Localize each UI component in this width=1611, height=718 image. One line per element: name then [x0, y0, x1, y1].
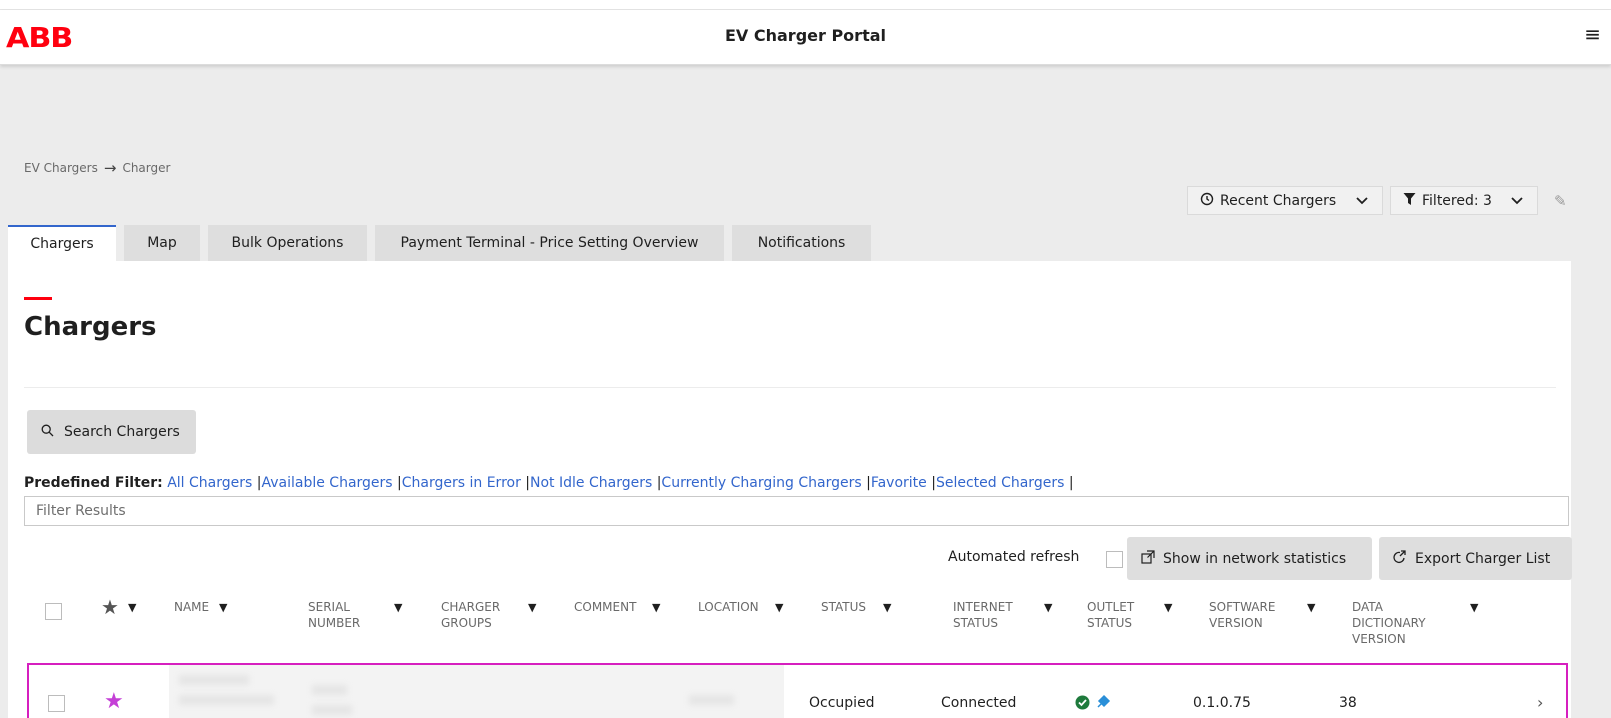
row-checkbox[interactable]	[48, 695, 65, 712]
sort-dictionary-icon[interactable]: ▼	[1470, 601, 1478, 614]
col-name[interactable]: NAME	[174, 599, 209, 615]
network-statistics-label: Show in network statistics	[1163, 550, 1347, 567]
sort-status-icon[interactable]: ▼	[883, 601, 891, 614]
automated-refresh-checkbox[interactable]	[1106, 551, 1123, 568]
redacted-location	[689, 695, 734, 705]
redacted-serial	[312, 705, 352, 715]
arrow-right-icon: →	[103, 159, 117, 177]
breadcrumb-charger: Charger	[122, 161, 171, 175]
separator: |	[861, 475, 871, 491]
sort-comment-icon[interactable]: ▼	[652, 601, 660, 614]
row-software-version: 0.1.0.75	[1193, 695, 1251, 711]
separator: |	[1064, 475, 1074, 491]
export-charger-list-label: Export Charger List	[1415, 550, 1551, 567]
filter-funnel-icon	[1403, 192, 1416, 210]
automated-refresh-label: Automated refresh	[948, 549, 1080, 565]
chevron-down-icon	[1511, 194, 1523, 208]
search-chargers-label: Search Chargers	[64, 424, 180, 440]
separator: |	[520, 475, 531, 491]
chevron-right-icon[interactable]: ›	[1537, 693, 1543, 712]
redacted-area	[169, 665, 784, 718]
separator: |	[392, 475, 402, 491]
col-location[interactable]: LOCATION	[698, 599, 759, 615]
row-data-dictionary-version: 38	[1339, 695, 1357, 711]
export-charger-list-button[interactable]: Export Charger List	[1379, 537, 1572, 580]
predefined-filters: Predefined Filter: All Chargers |Availab…	[24, 475, 1074, 491]
tab-bulk-operations[interactable]: Bulk Operations	[208, 225, 367, 261]
top-strip	[0, 0, 1611, 10]
predefined-filter-label: Predefined Filter:	[24, 475, 163, 491]
sort-software-icon[interactable]: ▼	[1307, 601, 1315, 614]
filtered-label: Filtered: 3	[1422, 192, 1492, 209]
col-status[interactable]: STATUS	[821, 599, 866, 615]
tab-notifications[interactable]: Notifications	[732, 225, 871, 261]
check-circle-icon	[1075, 695, 1090, 714]
redacted-name	[179, 695, 274, 705]
filter-chargers-in-error[interactable]: Chargers in Error	[402, 475, 521, 491]
app-header: ABB EV Charger Portal ≡	[0, 10, 1611, 65]
favorite-star-icon[interactable]: ★	[101, 595, 119, 619]
hamburger-menu-icon[interactable]: ≡	[1584, 22, 1601, 46]
separator: |	[926, 475, 936, 491]
breadcrumb-ev-chargers[interactable]: EV Chargers	[24, 161, 98, 175]
search-chargers-button[interactable]: Search Chargers	[27, 410, 196, 454]
table-header: ★ ▼ NAME ▼ SERIAL NUMBER ▼ CHARGER GROUP…	[24, 591, 1569, 659]
col-software-version[interactable]: SOFTWARE VERSION	[1209, 599, 1289, 631]
redacted-serial	[312, 685, 347, 695]
export-icon	[1393, 549, 1407, 568]
col-data-dictionary-version[interactable]: DATA DICTIONARY VERSION	[1352, 599, 1442, 647]
col-charger-groups[interactable]: CHARGER GROUPS	[441, 599, 511, 631]
breadcrumb: EV Chargers → Charger	[24, 159, 170, 177]
col-outlet-status[interactable]: OUTLET STATUS	[1087, 599, 1147, 631]
sort-serial-icon[interactable]: ▼	[394, 601, 402, 614]
recent-chargers-label: Recent Chargers	[1220, 192, 1337, 209]
sort-internet-icon[interactable]: ▼	[1044, 601, 1052, 614]
favorite-star-icon[interactable]: ★	[104, 689, 124, 714]
filtered-dropdown[interactable]: Filtered: 3	[1390, 186, 1538, 215]
table-row[interactable]: ★ Occupied Connected 0.1.0.75 38 ›	[27, 663, 1568, 718]
sort-location-icon[interactable]: ▼	[775, 601, 783, 614]
title-accent	[24, 297, 52, 300]
chargers-panel: Chargers Search Chargers Predefined Filt…	[8, 261, 1572, 718]
col-serial-number[interactable]: SERIAL NUMBER	[308, 599, 368, 631]
filter-results-input[interactable]	[24, 496, 1569, 526]
filter-currently-charging[interactable]: Currently Charging Chargers	[661, 475, 861, 491]
search-icon	[41, 424, 54, 441]
plug-icon	[1095, 694, 1111, 714]
divider	[24, 387, 1556, 388]
sort-favorite-icon[interactable]: ▼	[128, 601, 136, 614]
app-title: EV Charger Portal	[724, 26, 886, 45]
tab-payment-terminal[interactable]: Payment Terminal - Price Setting Overvie…	[375, 225, 724, 261]
tab-map[interactable]: Map	[124, 225, 200, 261]
tab-chargers[interactable]: Chargers	[8, 225, 116, 261]
sort-name-icon[interactable]: ▼	[219, 601, 227, 614]
history-icon	[1200, 192, 1214, 210]
edit-pencil-icon[interactable]: ✎	[1554, 192, 1567, 210]
filter-selected-chargers[interactable]: Selected Chargers	[936, 475, 1064, 491]
filter-not-idle-chargers[interactable]: Not Idle Chargers	[530, 475, 652, 491]
recent-chargers-dropdown[interactable]: Recent Chargers	[1187, 186, 1383, 215]
row-status: Occupied	[809, 695, 875, 711]
col-internet-status[interactable]: INTERNET STATUS	[953, 599, 1023, 631]
show-network-statistics-button[interactable]: Show in network statistics	[1127, 537, 1372, 580]
row-internet-status: Connected	[941, 695, 1017, 711]
sort-outlet-icon[interactable]: ▼	[1164, 601, 1172, 614]
select-all-checkbox[interactable]	[45, 603, 62, 620]
page-title: Chargers	[24, 312, 157, 342]
col-comment[interactable]: COMMENT	[574, 599, 636, 615]
external-link-icon	[1141, 549, 1155, 568]
chevron-down-icon	[1356, 194, 1368, 208]
filter-favorite[interactable]: Favorite	[871, 475, 927, 491]
filter-all-chargers[interactable]: All Chargers	[167, 475, 252, 491]
redacted-name	[179, 675, 249, 685]
filter-available-chargers[interactable]: Available Chargers	[261, 475, 392, 491]
sort-groups-icon[interactable]: ▼	[528, 601, 536, 614]
